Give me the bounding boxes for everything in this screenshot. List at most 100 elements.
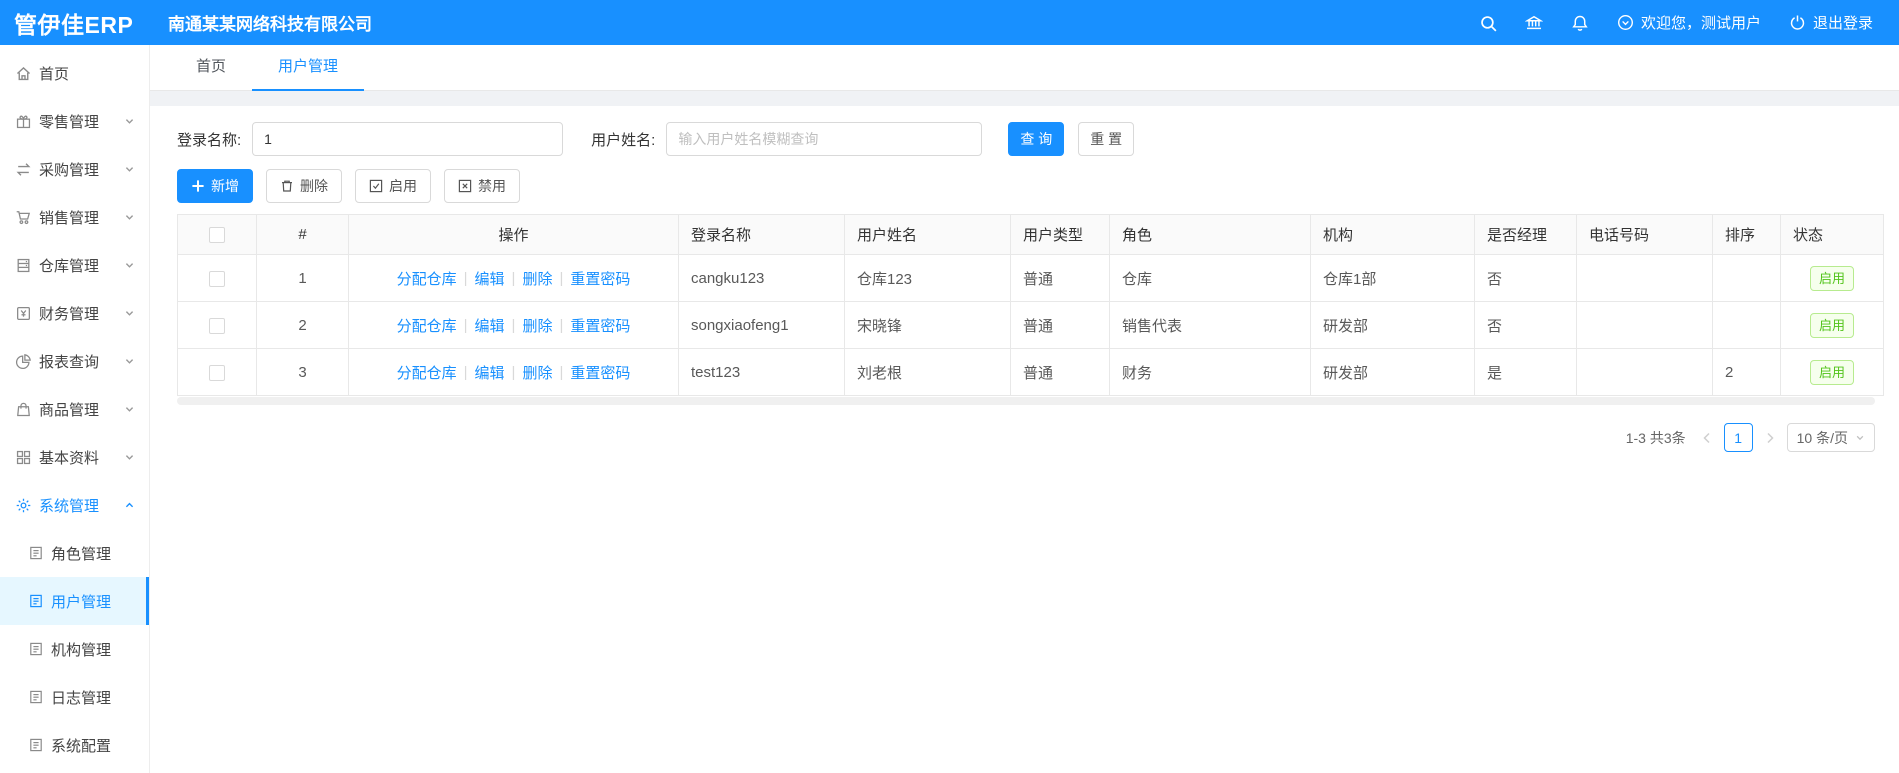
enable-button-label: 启用	[389, 178, 417, 194]
col-org: 机构	[1310, 214, 1475, 255]
filter-row: 登录名称: 用户姓名: 查 询 重 置	[177, 122, 1875, 156]
content-area: 首页 用户管理 登录名称: 用户姓名: 查 询 重 置 新增	[150, 45, 1899, 773]
delete-button[interactable]: 删除	[266, 169, 342, 203]
sidebar-item-log-management[interactable]: 日志管理	[0, 673, 149, 721]
page-number-button[interactable]: 1	[1723, 423, 1753, 452]
company-name: 南通某某网络科技有限公司	[168, 15, 372, 34]
topbar-actions: 欢迎您，测试用户 退出登录	[1479, 12, 1899, 33]
sidebar-item-warehouse[interactable]: 仓库管理	[0, 241, 149, 289]
edit-link[interactable]: 编辑	[475, 268, 505, 289]
user-dropdown-icon	[1617, 14, 1634, 31]
sidebar-item-basic-data[interactable]: 基本资料	[0, 433, 149, 481]
row-checkbox[interactable]	[209, 364, 225, 381]
link-separator: |	[463, 316, 468, 334]
page-size-select[interactable]: 10 条/页	[1786, 423, 1875, 452]
sidebar-item-finance[interactable]: 财务管理	[0, 289, 149, 337]
document-icon	[28, 737, 44, 753]
edit-link[interactable]: 编辑	[475, 315, 505, 336]
cell-phone	[1576, 301, 1713, 349]
assign-warehouse-link[interactable]: 分配仓库	[397, 362, 457, 383]
sidebar-item-home[interactable]: 首页	[0, 49, 149, 97]
add-button[interactable]: 新增	[177, 169, 253, 203]
row-checkbox[interactable]	[209, 270, 225, 287]
cell-role: 仓库	[1109, 254, 1311, 302]
assign-warehouse-link[interactable]: 分配仓库	[397, 315, 457, 336]
toolbar-row: 新增 删除 启用 禁用	[177, 169, 1875, 203]
row-checkbox[interactable]	[209, 317, 225, 334]
gear-icon	[15, 497, 32, 514]
delete-link[interactable]: 删除	[522, 315, 552, 336]
disable-button[interactable]: 禁用	[444, 169, 520, 203]
reset-password-link[interactable]: 重置密码	[570, 268, 630, 289]
x-square-icon	[458, 179, 472, 193]
cell-phone	[1576, 348, 1713, 396]
user-name-input[interactable]	[666, 122, 983, 156]
sidebar-item-org-management[interactable]: 机构管理	[0, 625, 149, 673]
cell-user-name: 仓库123	[844, 254, 1011, 302]
cell-is-manager: 是	[1474, 348, 1577, 396]
sidebar-item-retail[interactable]: 零售管理	[0, 97, 149, 145]
tab-user-management[interactable]: 用户管理	[252, 45, 365, 91]
delete-link[interactable]: 删除	[522, 268, 552, 289]
pagination-total: 1-3 共3条	[1625, 429, 1686, 446]
reset-password-link[interactable]: 重置密码	[570, 362, 630, 383]
col-role: 角色	[1109, 214, 1311, 255]
sidebar-item-system[interactable]: 系统管理	[0, 481, 149, 529]
cell-user-type: 普通	[1010, 254, 1110, 302]
table-row: 2 分配仓库 | 编辑 | 删除 | 重置密码 songxiaofeng1 宋晓锋 普…	[177, 301, 1884, 349]
disable-button-label: 禁用	[478, 178, 506, 194]
sidebar-item-role-management[interactable]: 角色管理	[0, 529, 149, 577]
sidebar-item-user-management[interactable]: 用户管理	[0, 577, 149, 625]
tab-home[interactable]: 首页	[170, 45, 252, 91]
chevron-down-icon	[124, 212, 135, 223]
finance-icon	[15, 305, 32, 322]
power-icon	[1789, 14, 1806, 31]
sidebar-nav: 首页 零售管理 采购管理 销售管理 仓库管理 财务管理 报表查询 商品管理 基本…	[0, 45, 150, 773]
cell-phone	[1576, 254, 1713, 302]
trash-icon	[280, 179, 294, 193]
bank-icon[interactable]	[1525, 14, 1543, 32]
cell-sort	[1712, 254, 1781, 302]
search-button[interactable]: 查 询	[1008, 122, 1065, 156]
logout-button[interactable]: 退出登录	[1789, 12, 1873, 33]
cell-user-type: 普通	[1010, 348, 1110, 396]
gift-icon	[15, 113, 32, 130]
notification-bell-icon[interactable]	[1571, 14, 1589, 32]
cell-role: 销售代表	[1109, 301, 1311, 349]
tab-bar: 首页 用户管理	[150, 45, 1899, 91]
next-page-icon[interactable]	[1763, 431, 1777, 445]
assign-warehouse-link[interactable]: 分配仓库	[397, 268, 457, 289]
app-logo: 管伊佳ERP	[14, 11, 134, 38]
sidebar-item-label: 基本资料	[39, 449, 100, 467]
col-phone: 电话号码	[1576, 214, 1713, 255]
search-icon[interactable]	[1479, 14, 1497, 32]
reset-button[interactable]: 重 置	[1078, 122, 1135, 156]
shopping-bag-icon	[15, 401, 32, 418]
sidebar-item-reports[interactable]: 报表查询	[0, 337, 149, 385]
sidebar-item-label: 首页	[39, 65, 70, 83]
edit-link[interactable]: 编辑	[475, 362, 505, 383]
top-header-bar: 管伊佳ERP 南通某某网络科技有限公司 欢迎您，测试用户 退出登录	[0, 0, 1899, 45]
sidebar-item-label: 仓库管理	[39, 257, 100, 275]
login-name-input[interactable]	[252, 122, 564, 156]
sidebar-item-label: 财务管理	[39, 305, 100, 323]
sidebar-item-products[interactable]: 商品管理	[0, 385, 149, 433]
user-welcome-menu[interactable]: 欢迎您，测试用户	[1617, 12, 1761, 33]
cell-org: 研发部	[1310, 301, 1475, 349]
col-index: #	[256, 214, 349, 255]
sidebar-item-system-config[interactable]: 系统配置	[0, 721, 149, 769]
prev-page-icon[interactable]	[1700, 431, 1714, 445]
row-index: 3	[256, 348, 349, 396]
enable-button[interactable]: 启用	[355, 169, 431, 203]
sidebar-item-purchase[interactable]: 采购管理	[0, 145, 149, 193]
delete-link[interactable]: 删除	[522, 362, 552, 383]
horizontal-scrollbar[interactable]	[177, 397, 1875, 405]
select-all-checkbox[interactable]	[209, 227, 225, 244]
link-separator: |	[559, 363, 564, 381]
reset-password-link[interactable]: 重置密码	[570, 315, 630, 336]
header-checkbox-cell	[177, 214, 257, 255]
sidebar-item-sales[interactable]: 销售管理	[0, 193, 149, 241]
link-separator: |	[511, 363, 516, 381]
chevron-down-icon	[124, 308, 135, 319]
row-index: 1	[256, 254, 349, 302]
